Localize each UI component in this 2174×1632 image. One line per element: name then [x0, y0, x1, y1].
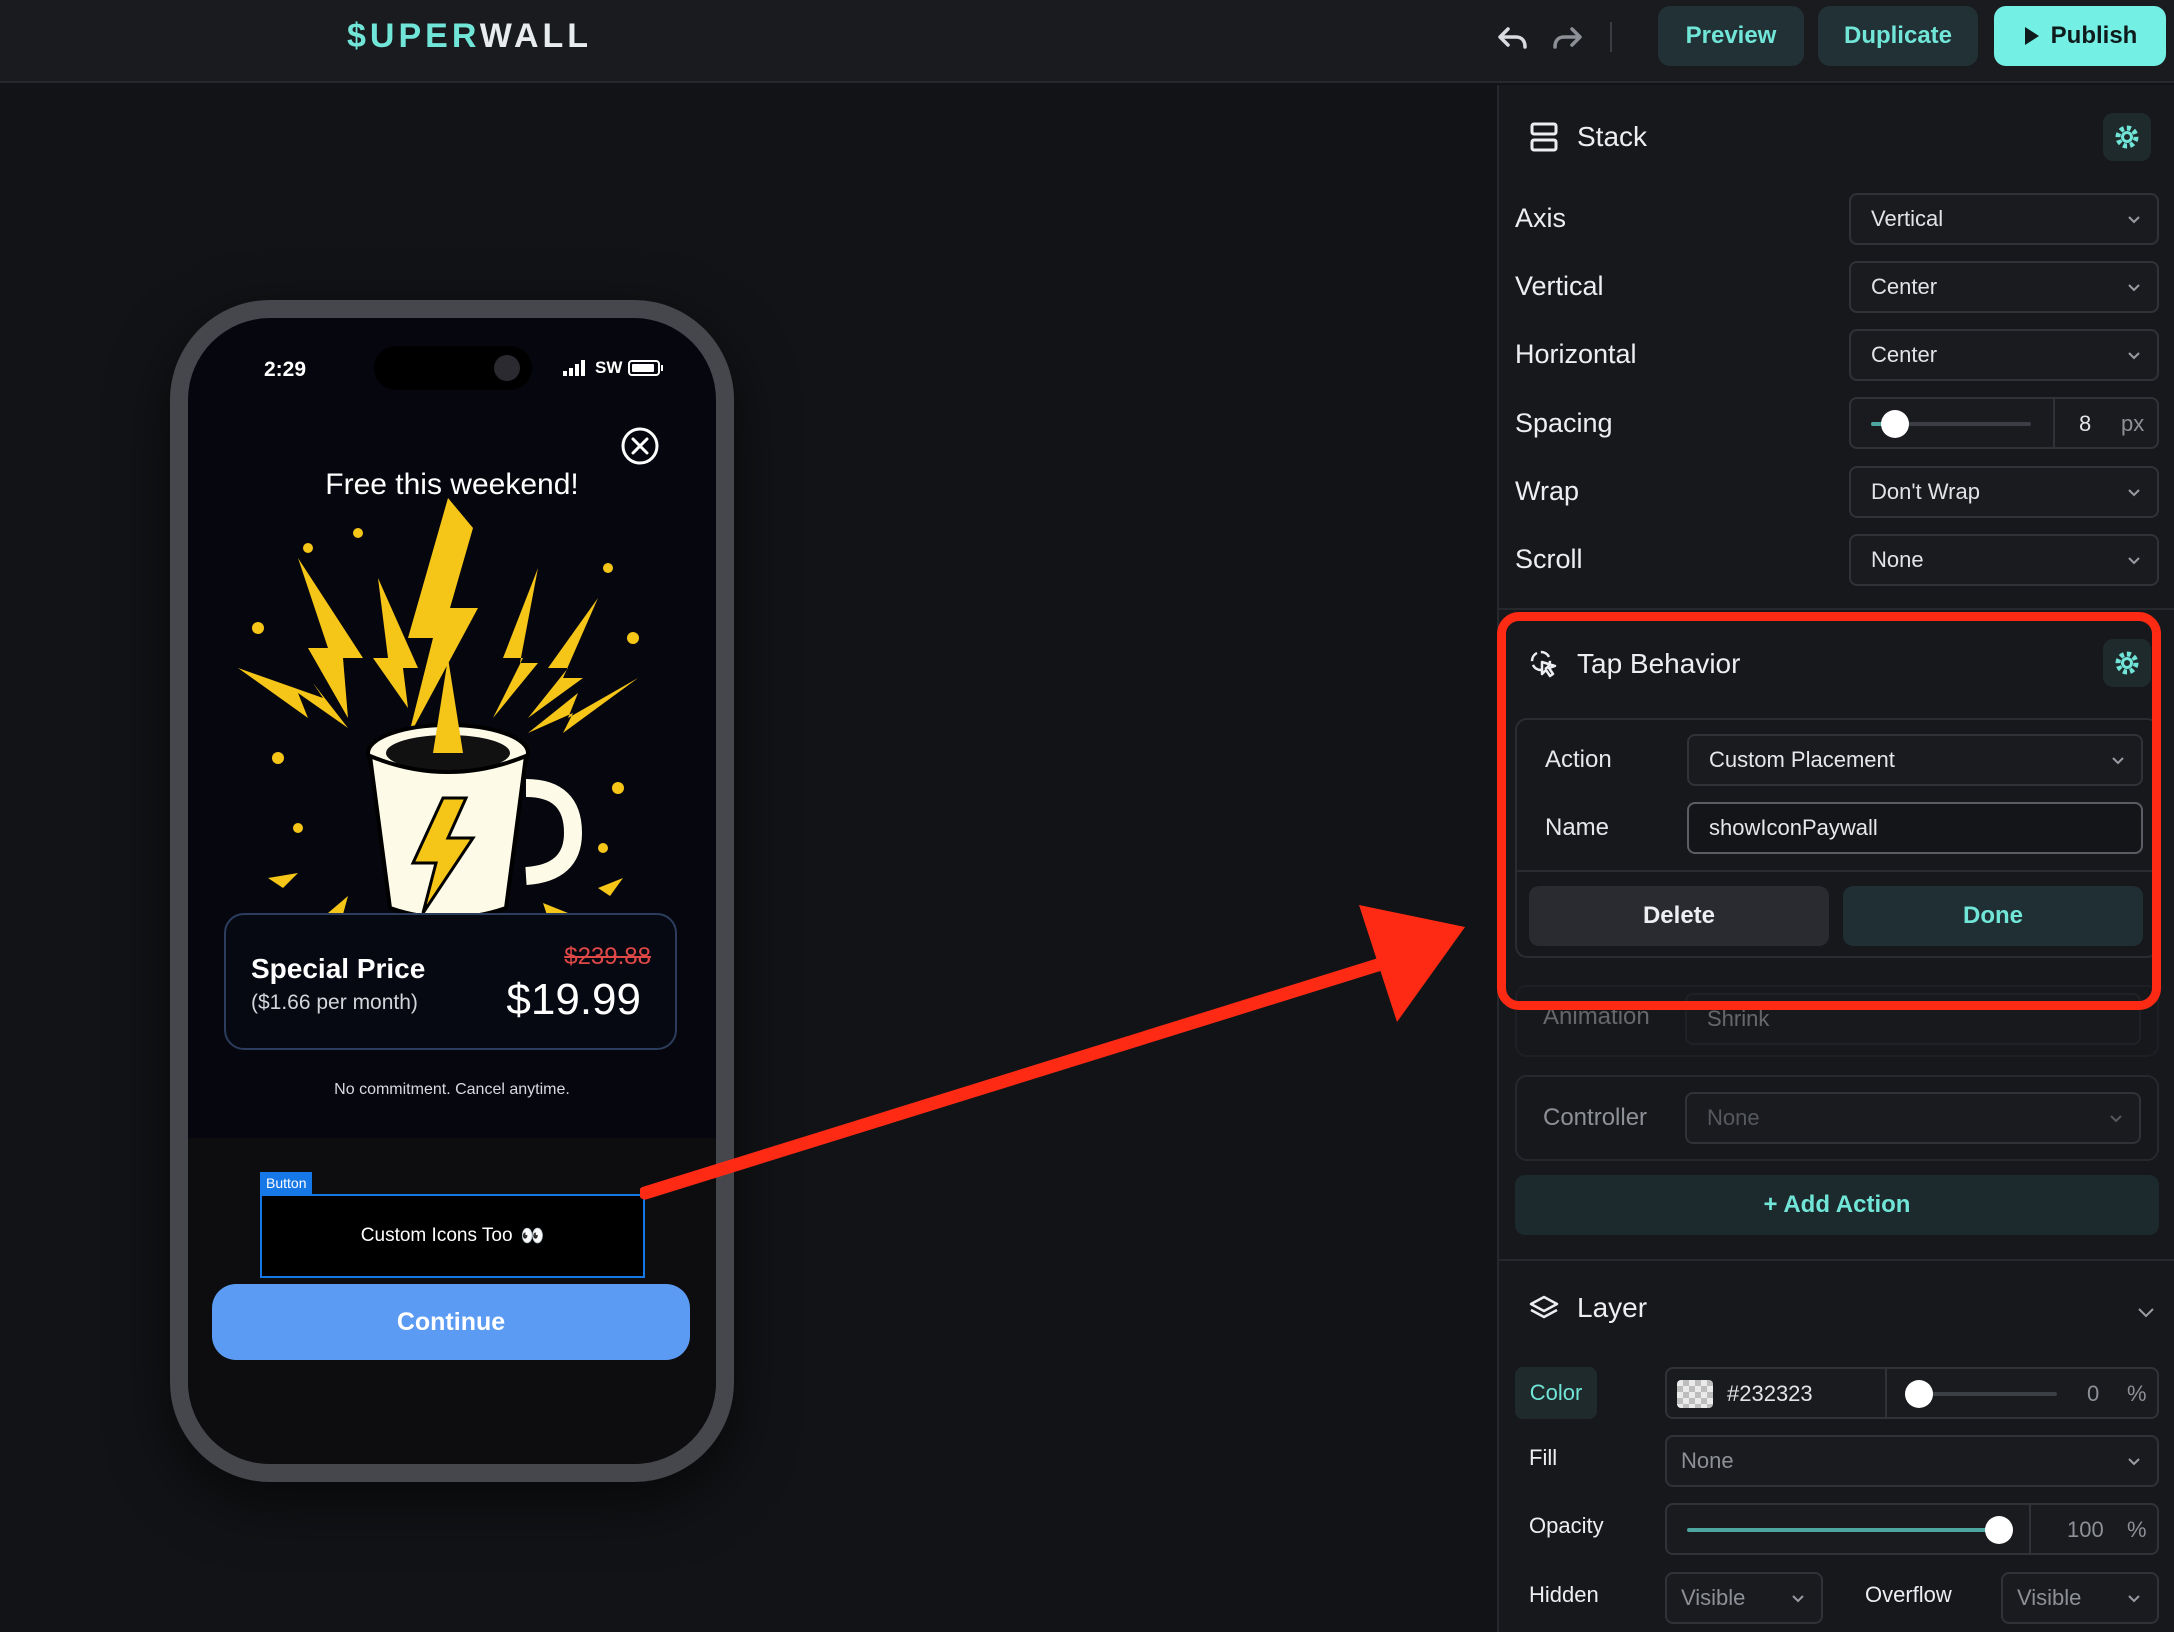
- fill-value: None: [1681, 1448, 1734, 1473]
- color-hex[interactable]: #232323: [1727, 1381, 1813, 1407]
- axis-label: Axis: [1515, 203, 1567, 233]
- eyes-icon: 👀: [520, 1226, 545, 1247]
- spacing-unit: px: [2121, 411, 2145, 436]
- opacity-unit: %: [2127, 1517, 2147, 1542]
- vertical-label: Vertical: [1515, 271, 1604, 301]
- chevron-down-icon: [2128, 216, 2140, 224]
- annotation-arrow: [640, 905, 1465, 1200]
- scroll-select[interactable]: None: [1849, 534, 2159, 586]
- toolbar-divider: [1610, 22, 1612, 52]
- horizontal-select[interactable]: Center: [1849, 329, 2159, 381]
- no-commitment-text: No commitment. Cancel anytime.: [334, 1081, 570, 1098]
- price-subtitle: ($1.66 per month): [251, 991, 418, 1014]
- lightning-mug-illustration: [238, 498, 639, 924]
- controller-select[interactable]: None: [1685, 1092, 2141, 1144]
- wrap-label: Wrap: [1515, 476, 1580, 506]
- spacing-control: 8 px: [1849, 397, 2159, 449]
- continue-button[interactable]: Continue: [212, 1284, 690, 1360]
- wrap-value: Don't Wrap: [1871, 479, 1980, 504]
- chevron-down-icon: [2128, 284, 2140, 292]
- axis-select[interactable]: Vertical: [1849, 193, 2159, 245]
- color-field: #232323 0 %: [1665, 1367, 2159, 1419]
- redo-icon[interactable]: [1548, 18, 1588, 58]
- stack-title: Stack: [1577, 121, 1648, 152]
- superwall-logo: $UPERWALL: [347, 17, 593, 55]
- hidden-select[interactable]: Visible: [1665, 1572, 1823, 1624]
- chevron-down-icon[interactable]: [2137, 1303, 2155, 1321]
- fill-select[interactable]: None: [1665, 1435, 2159, 1487]
- duplicate-button[interactable]: Duplicate: [1818, 6, 1978, 66]
- phone-screen: 2:29 SW Free this weekend! Special Price…: [188, 318, 716, 1464]
- custom-icons-button[interactable]: Custom Icons Too 👀: [260, 1194, 645, 1278]
- price-title: Special Price: [251, 953, 426, 984]
- controller-value: None: [1707, 1105, 1760, 1130]
- custom-icons-label: Custom Icons Too: [360, 1225, 513, 1246]
- signal-icon: [563, 360, 585, 376]
- dynamic-island: [374, 346, 532, 390]
- color-alpha-thumb[interactable]: [1905, 1380, 1933, 1408]
- opacity-label: Opacity: [1529, 1513, 1604, 1538]
- chevron-down-icon: [2128, 1458, 2140, 1466]
- stack-icon: [1530, 122, 1558, 152]
- hidden-label: Hidden: [1529, 1582, 1599, 1607]
- spacing-slider-thumb[interactable]: [1881, 410, 1909, 438]
- chevron-down-icon: [2128, 352, 2140, 360]
- overflow-select[interactable]: Visible: [2001, 1572, 2159, 1624]
- spacing-value[interactable]: 8: [2079, 411, 2091, 437]
- preview-button[interactable]: Preview: [1658, 6, 1804, 66]
- overflow-value: Visible: [2017, 1585, 2082, 1610]
- chevron-down-icon: [2128, 1595, 2140, 1603]
- publish-label: Publish: [2050, 22, 2138, 49]
- spacing-label: Spacing: [1515, 408, 1613, 438]
- color-alpha-value[interactable]: 0: [2087, 1381, 2099, 1407]
- transparency-swatch[interactable]: [1677, 1380, 1713, 1408]
- scroll-value: None: [1871, 547, 1924, 572]
- opacity-value[interactable]: 100: [2067, 1517, 2104, 1543]
- vertical-select[interactable]: Center: [1849, 261, 2159, 313]
- section-divider: [1499, 608, 2174, 610]
- new-price: $19.99: [506, 975, 641, 1024]
- battery-icon: [628, 360, 664, 376]
- undo-icon[interactable]: [1492, 18, 1532, 58]
- publish-button[interactable]: Publish: [1994, 6, 2166, 66]
- section-divider: [1499, 1259, 2174, 1261]
- overflow-label: Overflow: [1865, 1582, 1952, 1607]
- gear-icon: [2115, 125, 2139, 149]
- opacity-slider-thumb[interactable]: [1985, 1516, 2013, 1544]
- special-price-card[interactable]: Special Price ($1.66 per month) $239.88 …: [224, 913, 677, 1050]
- horizontal-label: Horizontal: [1515, 339, 1637, 369]
- stack-settings-button[interactable]: [2103, 113, 2151, 161]
- chevron-down-icon: [2110, 1115, 2122, 1123]
- play-icon: [2024, 27, 2039, 45]
- status-time: 2:29: [264, 358, 307, 381]
- color-tab[interactable]: Color: [1515, 1367, 1597, 1419]
- wrap-select[interactable]: Don't Wrap: [1849, 466, 2159, 518]
- scroll-label: Scroll: [1515, 544, 1583, 574]
- top-bar: $UPERWALL Preview Duplicate Publish: [0, 0, 2174, 83]
- color-alpha-unit: %: [2127, 1381, 2147, 1406]
- status-icons: SW: [563, 358, 664, 378]
- horizontal-value: Center: [1871, 342, 1938, 367]
- editor-canvas: 2:29 SW Free this weekend! Special Price…: [0, 85, 1497, 1632]
- carrier-label: SW: [595, 358, 623, 377]
- add-action-button[interactable]: + Add Action: [1515, 1175, 2159, 1235]
- vertical-value: Center: [1871, 274, 1938, 299]
- opacity-control: 100 %: [1665, 1503, 2159, 1555]
- fill-label: Fill: [1529, 1445, 1558, 1470]
- stack-section-header: Stack: [1529, 121, 1647, 153]
- layer-title: Layer: [1577, 1292, 1648, 1323]
- layers-icon: [1529, 1295, 1559, 1319]
- chevron-down-icon: [2128, 489, 2140, 497]
- selection-tag: Button: [260, 1172, 313, 1194]
- chevron-down-icon: [2128, 557, 2140, 565]
- chevron-down-icon: [1792, 1595, 1804, 1603]
- old-price: $239.88: [564, 943, 651, 970]
- controller-label: Controller: [1543, 1104, 1648, 1131]
- highlight-box: [1497, 612, 2161, 1010]
- hidden-value: Visible: [1681, 1585, 1746, 1610]
- axis-value: Vertical: [1871, 206, 1944, 231]
- layer-section-header[interactable]: Layer: [1529, 1292, 1647, 1324]
- close-icon[interactable]: [620, 426, 660, 466]
